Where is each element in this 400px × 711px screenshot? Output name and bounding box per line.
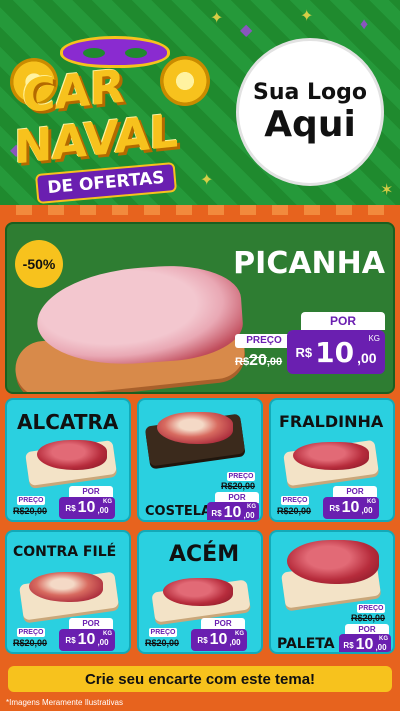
preco-label: PREÇO bbox=[17, 496, 45, 505]
price-decimal: ,00 bbox=[357, 350, 377, 366]
meat-cut-icon bbox=[29, 572, 103, 602]
product-name: ACÉM bbox=[169, 542, 240, 567]
price-integer: 10 bbox=[315, 335, 355, 369]
featured-product-card[interactable]: -50% PICANHA POR PREÇO R$20,00 R$ 10 ,00… bbox=[5, 222, 395, 394]
preco-label: PREÇO bbox=[357, 604, 385, 613]
meat-cut-icon bbox=[157, 412, 233, 444]
star-decoration-icon: ✦ bbox=[210, 10, 224, 27]
preco-label: PREÇO bbox=[281, 496, 309, 505]
star-decoration-icon: ✦ bbox=[200, 172, 214, 189]
logo-placeholder-line-1: Sua Logo bbox=[252, 79, 367, 105]
star-decoration-icon: ✦ bbox=[300, 8, 314, 25]
confetti-decoration-icon: ◆ bbox=[240, 22, 253, 39]
por-label: POR bbox=[201, 618, 245, 629]
old-price: R$20,00 bbox=[145, 638, 180, 648]
cta-banner[interactable]: Crie seu encarte com este tema! bbox=[8, 666, 392, 692]
old-price: R$20,00 bbox=[351, 613, 386, 623]
product-card-paleta[interactable]: PALETA PREÇO R$20,00 POR R$ 10,00 KG bbox=[269, 530, 395, 654]
old-price: R$20,00 bbox=[277, 506, 312, 516]
unit-label: KG bbox=[368, 334, 380, 343]
product-name: COSTELA bbox=[145, 504, 212, 519]
preco-label: PREÇO bbox=[149, 628, 177, 637]
meat-cut-icon bbox=[163, 578, 233, 606]
meat-cut-icon bbox=[37, 440, 107, 470]
currency-symbol: R$ bbox=[295, 344, 313, 360]
product-name: PALETA bbox=[277, 636, 335, 652]
old-price: R$20,00 bbox=[13, 506, 48, 516]
product-card-contra-file[interactable]: CONTRA FILÉ POR PREÇO R$20,00 R$ 10,00 KG bbox=[5, 530, 131, 654]
new-price: R$ 10,00 KG bbox=[191, 629, 247, 651]
preco-label: PREÇO bbox=[17, 628, 45, 637]
new-price: R$ 10,00 KG bbox=[323, 497, 379, 519]
preco-label: PREÇO bbox=[235, 334, 293, 348]
logo-placeholder-line-2: Aqui bbox=[264, 103, 356, 145]
logo-placeholder[interactable]: Sua Logo Aqui bbox=[236, 38, 384, 186]
carnaval-wordmark: CAR NAVAL DE OFERTAS bbox=[10, 28, 210, 205]
old-price: R$20,00 bbox=[221, 481, 256, 491]
product-card-acem[interactable]: ACÉM POR PREÇO R$20,00 R$ 10,00 KG bbox=[137, 530, 263, 654]
header-divider-stripe bbox=[0, 205, 400, 215]
star-decoration-icon: ✶ bbox=[380, 182, 394, 199]
disclaimer-footnote: *Imagens Meramente Ilustrativas bbox=[6, 698, 123, 707]
product-name: CONTRA FILÉ bbox=[13, 544, 117, 560]
product-name: ALCATRA bbox=[17, 410, 119, 434]
meat-cut-icon bbox=[293, 442, 369, 470]
por-label: POR bbox=[69, 486, 113, 497]
product-card-alcatra[interactable]: ALCATRA POR PREÇO R$20,00 R$ 10,00 KG bbox=[5, 398, 131, 522]
new-price: R$ 10,00 KG bbox=[339, 634, 391, 652]
por-label: POR bbox=[69, 618, 113, 629]
new-price: R$ 10 ,00 KG bbox=[287, 330, 385, 374]
new-price: R$ 10,00 KG bbox=[59, 629, 115, 651]
discount-badge: -50% bbox=[15, 240, 63, 288]
new-price: R$ 10,00 KG bbox=[207, 502, 259, 520]
ofertas-ribbon-text: DE OFERTAS bbox=[46, 167, 166, 199]
confetti-decoration-icon: ♦ bbox=[360, 16, 369, 33]
meat-cut-icon bbox=[287, 540, 379, 584]
por-label: POR bbox=[333, 486, 377, 497]
por-label: POR bbox=[301, 312, 385, 330]
new-price: R$ 10,00 KG bbox=[59, 497, 115, 519]
old-price: R$20,00 bbox=[13, 638, 48, 648]
product-name: FRALDINHA bbox=[279, 412, 384, 431]
preco-label: PREÇO bbox=[227, 472, 255, 481]
featured-product-name: PICANHA bbox=[233, 246, 385, 281]
trumpet-icon bbox=[160, 56, 210, 106]
product-card-fraldinha[interactable]: FRALDINHA POR PREÇO R$20,00 R$ 10,00 KG bbox=[269, 398, 395, 522]
carnival-header-banner: ✦ ◆ ✦ ♦ ✦ ◆ ✶ CAR NAVAL DE OFERTAS Sua L… bbox=[0, 0, 400, 205]
old-price: R$20,00 bbox=[235, 352, 283, 369]
product-card-costela[interactable]: COSTELA PREÇO R$20,00 POR R$ 10,00 KG bbox=[137, 398, 263, 522]
